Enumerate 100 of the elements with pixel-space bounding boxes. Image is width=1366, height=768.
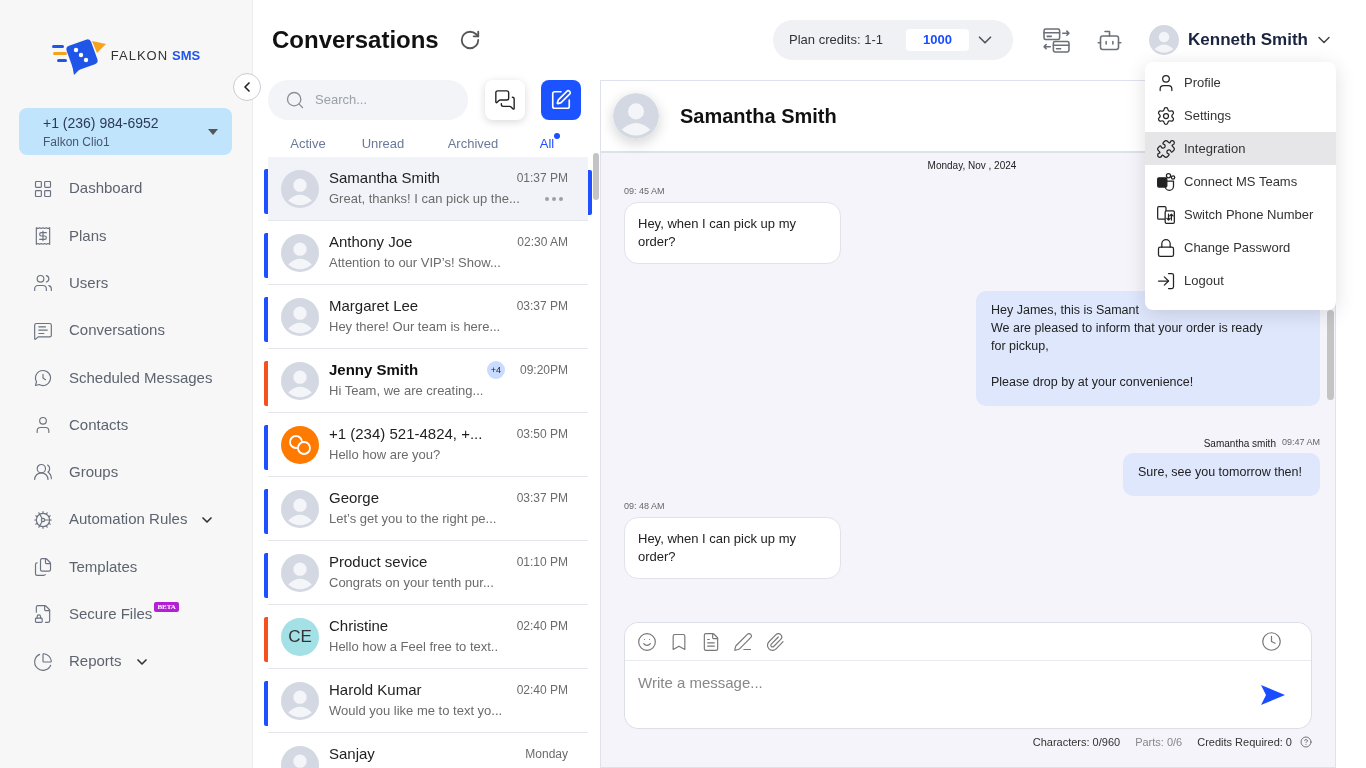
conversation-item[interactable]: +1 (234) 521-4824, +... 03:50 PM Hello how are you? [268, 413, 588, 477]
clock-icon[interactable] [1261, 631, 1282, 652]
counter-text: Characters: 0/960 [1032, 734, 1121, 750]
conversation-item[interactable]: CE Christine 02:40 PM Hello how a Feel free to text.. [268, 605, 588, 669]
counter-text: Credits Required: 0 [1197, 734, 1292, 750]
nav-item[interactable]: Groups [0, 448, 252, 497]
phone-swap-icon [1156, 204, 1176, 225]
refresh-icon[interactable] [458, 29, 481, 51]
nav-item[interactable]: Reports [0, 637, 252, 686]
nav-item[interactable]: Scheduled Messages [0, 354, 252, 402]
emoji-icon[interactable] [637, 631, 657, 652]
avatar-silhouette-icon [613, 93, 659, 139]
search-field[interactable]: Search... [268, 80, 468, 120]
nav-item[interactable]: Automation Rules [0, 496, 252, 544]
phone-number-dropdown[interactable]: +1 (236) 984-6952 Falkon Clio1 [19, 108, 232, 155]
plan-credits-label: Plan credits: 1-1 [789, 31, 883, 50]
conversation-item[interactable]: Product sevice 01:10 PM Congrats on your tenth pur... [268, 541, 588, 605]
card-transfer-icon[interactable] [1043, 26, 1071, 54]
contact-name: +1 (234) 521-4824, +... [329, 425, 484, 443]
search-icon [285, 90, 305, 110]
message-time: 01:10 PM [516, 554, 568, 570]
conversation-item[interactable]: George 03:37 PM Let’s get you to the right pe... [268, 477, 588, 541]
compose-button[interactable] [541, 80, 581, 120]
message-time: 02:40 PM [516, 618, 568, 634]
conversation-item[interactable]: Jenny Smith +4 09:20PM Hi Team, we are creating... [268, 349, 588, 413]
avatar-silhouette-icon [281, 361, 319, 400]
scrollbar[interactable] [1327, 310, 1334, 400]
message-preview: Congrats on your tenth pur... [329, 574, 494, 593]
message-preview: Would you like me to text yo... [329, 702, 503, 721]
pen-icon[interactable] [733, 631, 753, 652]
contact-name: George [329, 489, 381, 507]
gear-icon [33, 509, 53, 530]
credits-value: 1000 [906, 29, 970, 51]
user-menu-button[interactable]: Kenneth Smith [1149, 25, 1334, 55]
collapse-button[interactable] [233, 73, 261, 101]
files-icon [33, 557, 53, 577]
paperclip-icon[interactable] [765, 631, 785, 652]
avatar-silhouette-icon [281, 681, 319, 720]
plan-credits-dropdown[interactable]: Plan credits: 1-1 1000 [773, 20, 1014, 60]
chat-bubbles-button[interactable] [485, 80, 525, 120]
nav-item[interactable]: Contacts [0, 401, 252, 449]
menu-item[interactable]: Switch Phone Number [1145, 198, 1336, 231]
message-preview: Hello how a Feel free to text.. [329, 638, 499, 657]
message-preview: Hello how are you? [329, 446, 441, 465]
message-bubble: Hey James, this is Samant We are pleased to inform that your order is ready for pickup, Please drop by at your convenience! [976, 291, 1320, 406]
brand-name: FALKON [110, 47, 169, 66]
send-icon[interactable] [1260, 683, 1286, 706]
caret-down-icon [208, 128, 218, 135]
conversation-item[interactable]: Samantha Smith 01:37 PM Great, thanks! I can pick up the... [268, 157, 588, 221]
avatar-silhouette-icon [1149, 25, 1180, 55]
avatar-silhouette-icon [281, 169, 319, 208]
menu-item[interactable]: Integration [1145, 132, 1336, 165]
message-bubble: Sure, see you tomorrow then! [1123, 453, 1320, 496]
message-preview: Hey there! Our team is here... [329, 318, 501, 337]
nav-item[interactable]: Plans [0, 212, 252, 260]
conversation-item[interactable]: Margaret Lee 03:37 PM Hey there! Our team is here... [268, 285, 588, 349]
conversation-item[interactable]: Sanjay Monday [268, 733, 588, 768]
message-time: Monday [525, 746, 568, 762]
menu-item[interactable]: Profile [1145, 66, 1336, 99]
avatar-silhouette-icon [281, 489, 319, 528]
lock-icon [1156, 237, 1176, 258]
document-icon[interactable] [701, 631, 721, 652]
scrollbar[interactable] [593, 153, 599, 200]
settings-icon [1156, 105, 1176, 126]
message-time: 01:37 PM [516, 170, 568, 186]
contact-name: Harold Kumar [329, 681, 423, 699]
search-input[interactable]: Search... [315, 90, 455, 110]
nav-item[interactable]: Users [0, 259, 252, 307]
message-bubble: Hey, when I can pick up my order? [624, 517, 841, 579]
brand-suffix: SMS [172, 47, 201, 66]
logout-icon [1156, 270, 1176, 291]
conversation-item[interactable]: Harold Kumar 02:40 PM Would you like me to text yo... [268, 669, 588, 733]
group-icon [33, 462, 53, 483]
tab[interactable]: Active [279, 130, 337, 157]
message-preview: Let’s get you to the right pe... [329, 510, 497, 529]
nav-item[interactable]: Templates [0, 543, 252, 591]
menu-item[interactable]: Settings [1145, 99, 1336, 132]
nav-item[interactable]: Conversations [0, 306, 252, 355]
menu-item[interactable]: Connect MS Teams [1145, 165, 1336, 198]
message-time: 09: 48 AM [624, 500, 665, 514]
chat-bubbles-icon [494, 89, 516, 111]
conversation-item[interactable]: Anthony Joe 02:30 AM Attention to our VIP’s! Show... [268, 221, 588, 285]
avatar-initials: CE [281, 617, 319, 656]
nav-item[interactable]: Dashboard [0, 165, 252, 213]
message-time: 03:50 PM [516, 426, 568, 442]
menu-item[interactable]: Change Password [1145, 231, 1336, 264]
contact-name: Sanjay [329, 745, 376, 763]
tab[interactable]: Archived [440, 130, 506, 157]
contact-name: Christine [329, 617, 390, 635]
users-icon [33, 273, 53, 294]
tab[interactable]: Unread [354, 130, 412, 157]
message-time: 09:47 AM [1281, 436, 1320, 450]
group-chat-icon [281, 425, 319, 464]
counter-text: Parts: 0/6 [1135, 734, 1183, 750]
avatar-silhouette-icon [281, 553, 319, 592]
message-time: 02:40 PM [516, 682, 568, 698]
help-icon[interactable] [1300, 736, 1312, 748]
tab[interactable]: All [528, 130, 566, 157]
message-preview: Great, thanks! I can pick up the... [329, 190, 520, 209]
message-time: 02:30 AM [517, 234, 568, 250]
